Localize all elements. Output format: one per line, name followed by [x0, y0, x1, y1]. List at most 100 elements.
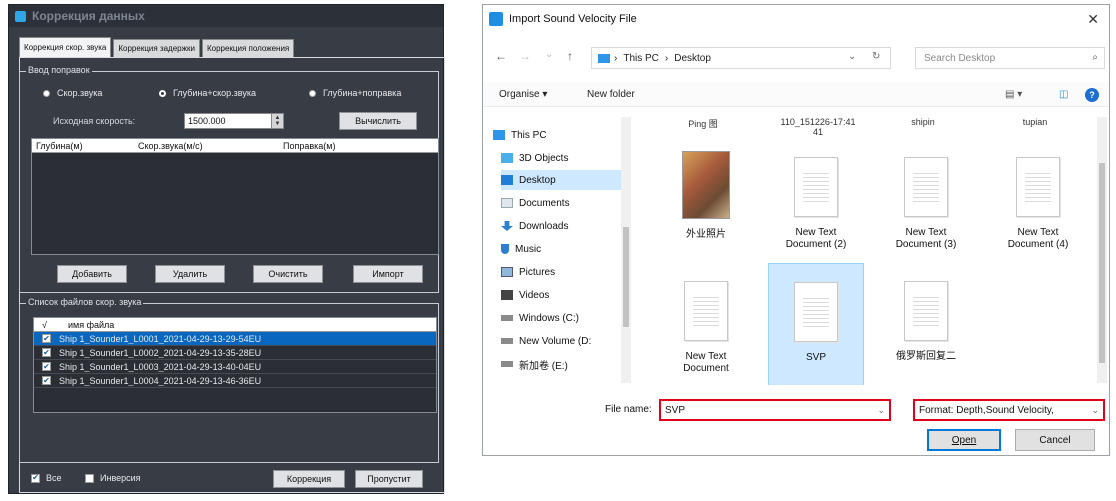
file-label: New Text Document	[683, 351, 729, 374]
files-scrollbar[interactable]	[1097, 117, 1107, 383]
file-tile[interactable]: New Text Document (3)	[878, 139, 974, 267]
help-icon[interactable]: ?	[1085, 88, 1099, 102]
files-group-title: Список файлов скор. звука	[26, 297, 144, 307]
select-all-checkbox[interactable]: ✔ Все	[31, 473, 62, 483]
sidebar-item-label: Music	[515, 243, 542, 255]
breadcrumb-sep: ›	[664, 52, 669, 64]
cut-off-label: tupian	[1022, 117, 1048, 127]
file-tile[interactable]: New Text Document	[658, 263, 754, 385]
desktop-icon	[501, 175, 513, 185]
open-button[interactable]: Open	[927, 429, 1001, 451]
sidebar-item-music[interactable]: Music	[501, 239, 629, 259]
file-tile[interactable]: New Text Document (4)	[990, 139, 1086, 267]
checkbox-checked[interactable]: ✔	[42, 376, 51, 385]
sidebar-item-pictures[interactable]: Pictures	[501, 262, 629, 282]
sidebar-item-drive-c[interactable]: Windows (C:)	[501, 308, 629, 328]
files-scroll-thumb[interactable]	[1099, 163, 1105, 363]
sidebar-item-downloads[interactable]: Downloads	[501, 216, 629, 236]
checkbox-checked[interactable]: ✔	[42, 348, 51, 357]
invert-checkbox[interactable]: Инверсия	[85, 473, 141, 483]
format-select[interactable]: Format: Depth,Sound Velocity, ⌄	[913, 399, 1105, 421]
tab-position[interactable]: Коррекция положения	[201, 39, 295, 57]
sidebar-item-label: Downloads	[519, 220, 569, 232]
video-icon	[501, 290, 513, 300]
sidebar-item-desktop[interactable]: Desktop	[501, 170, 629, 190]
sidebar-item-3d-objects[interactable]: 3D Objects	[501, 148, 629, 168]
col-sound-speed[interactable]: Скор.звука(м/с)	[134, 141, 279, 151]
radio-depth-correction[interactable]: Глубина+поправка	[309, 88, 401, 98]
up-arrow-icon[interactable]: ↑	[567, 49, 573, 63]
chevron-down-icon[interactable]: ⌄	[1089, 405, 1099, 416]
correction-table: Глубина(м) Скор.звука(м/с) Поправка(м)	[31, 138, 439, 255]
file-row[interactable]: ✔ Ship 1_Sounder1_L0002_2021-04-29-13-35…	[34, 346, 436, 360]
back-arrow-icon[interactable]: ←	[495, 49, 507, 63]
refresh-icon[interactable]: ↻	[872, 51, 880, 62]
file-row[interactable]: ✔ Ship 1_Sounder1_L0003_2021-04-29-13-40…	[34, 360, 436, 374]
preview-pane-icon[interactable]: ◫	[1059, 89, 1068, 100]
cancel-button[interactable]: Cancel	[1015, 429, 1095, 451]
spinner-arrows-icon[interactable]: ▲ ▼	[271, 114, 283, 128]
file-name: Ship 1_Sounder1_L0001_2021-04-29-13-29-5…	[59, 333, 262, 344]
recent-chevron-icon[interactable]: ⌄	[545, 49, 553, 60]
checkbox-checked[interactable]: ✔	[42, 334, 51, 343]
file-name: Ship 1_Sounder1_L0004_2021-04-29-13-46-3…	[59, 375, 262, 386]
search-input[interactable]: Search Desktop ⌕	[915, 47, 1105, 69]
delete-button[interactable]: Удалить	[155, 265, 225, 283]
search-icon: ⌕	[1092, 52, 1098, 63]
tab-sound-speed[interactable]: Коррекция скор. звука	[19, 37, 112, 57]
col-correction[interactable]: Поправка(м)	[279, 141, 429, 151]
sidebar-item-label: Documents	[519, 197, 570, 209]
radio-depth-speed[interactable]: Глубина+скор.звука	[159, 88, 256, 98]
file-row[interactable]: ✔ Ship 1_Sounder1_L0001_2021-04-29-13-29…	[34, 332, 436, 346]
file-tile[interactable]: New Text Document (2)	[768, 139, 864, 267]
initial-speed-spinbox[interactable]: 1500.000 ▲ ▼	[184, 113, 284, 129]
select-all-label: Все	[46, 473, 62, 483]
correction-button[interactable]: Коррекция	[273, 470, 345, 488]
sidebar-item-this-pc[interactable]: This PC	[493, 125, 621, 145]
radio-sound-speed[interactable]: Скор.звука	[43, 88, 102, 98]
text-document-icon	[684, 281, 728, 341]
this-pc-icon	[598, 53, 610, 63]
sidebar-item-drive-e[interactable]: 新加卷 (E:)	[501, 354, 629, 374]
new-folder-button[interactable]: New folder	[587, 89, 635, 100]
dialog-title: Import Sound Velocity File	[509, 13, 637, 25]
radio-dot	[43, 89, 50, 97]
search-placeholder: Search Desktop	[924, 52, 996, 64]
sidebar-item-drive-d[interactable]: New Volume (D:	[501, 331, 629, 351]
import-button[interactable]: Импорт	[353, 265, 423, 283]
sound-speed-file-list: √ имя файла ✔ Ship 1_Sounder1_L0001_2021…	[33, 317, 437, 413]
forward-arrow-icon[interactable]: →	[519, 49, 531, 63]
computer-icon	[493, 130, 505, 140]
close-icon[interactable]: ✕	[1087, 11, 1099, 28]
sidebar-item-label: 3D Objects	[519, 152, 569, 164]
sidebar-item-label: New Volume (D:	[519, 335, 592, 347]
text-document-icon	[794, 157, 838, 217]
col-depth[interactable]: Глубина(м)	[32, 141, 134, 151]
breadcrumb-this-pc[interactable]: This PC	[623, 53, 659, 64]
file-name-input[interactable]: SVP ⌄	[659, 399, 891, 421]
tab-delay[interactable]: Коррекция задержки	[113, 39, 200, 57]
clear-button[interactable]: Очистить	[253, 265, 323, 283]
file-tile[interactable]: 外业照片	[658, 139, 754, 267]
file-row[interactable]: ✔ Ship 1_Sounder1_L0004_2021-04-29-13-46…	[34, 374, 436, 388]
chevron-down-icon[interactable]: ⌄	[877, 405, 885, 416]
drive-icon	[501, 361, 513, 367]
open-button-label: Open	[951, 434, 977, 446]
organise-menu[interactable]: Organise ▾	[499, 89, 547, 100]
sidebar-item-videos[interactable]: Videos	[501, 285, 629, 305]
file-tile[interactable]: 俄罗斯回复二	[878, 263, 974, 385]
col-check[interactable]: √	[34, 320, 62, 330]
file-tile-selected[interactable]: SVP	[768, 263, 864, 385]
sidebar-item-documents[interactable]: Documents	[501, 193, 629, 213]
add-button[interactable]: Добавить	[57, 265, 127, 283]
correction-table-header: Глубина(м) Скор.звука(м/с) Поправка(м)	[32, 139, 438, 153]
address-bar[interactable]: › This PC › Desktop ⌄ ↻	[591, 47, 891, 69]
radio-label: Глубина+скор.звука	[173, 88, 257, 98]
view-options-icon[interactable]: ▤ ▾	[1005, 89, 1022, 100]
col-filename[interactable]: имя файла	[62, 320, 114, 330]
calculate-button[interactable]: Вычислить	[339, 112, 417, 130]
checkbox-checked[interactable]: ✔	[42, 362, 51, 371]
skip-button[interactable]: Пропустит	[355, 470, 423, 488]
breadcrumb-desktop[interactable]: Desktop	[674, 53, 711, 64]
address-dropdown-icon[interactable]: ⌄	[848, 51, 856, 62]
